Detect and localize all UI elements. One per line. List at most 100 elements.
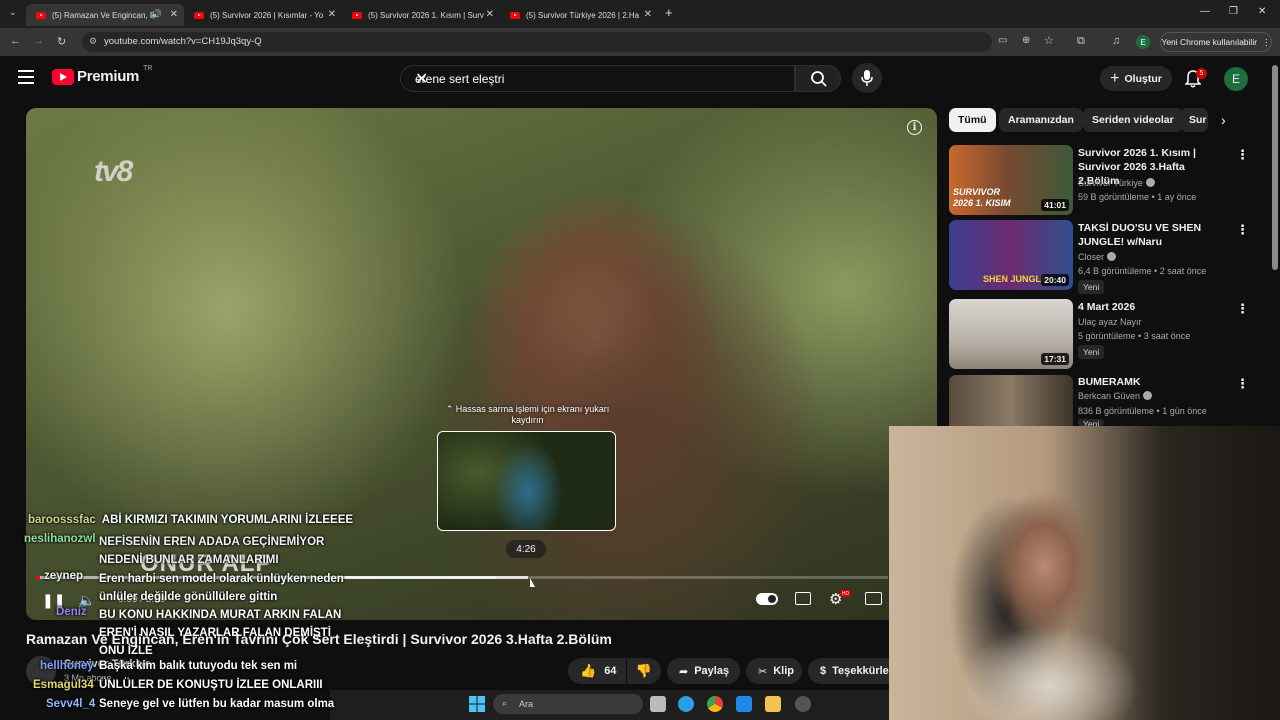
- mouse-cursor-icon: [530, 578, 535, 587]
- related-video-channel: Ulaç ayaz Nayır: [1078, 317, 1142, 327]
- youtube-favicon-icon: [510, 11, 520, 19]
- microphone-icon: [861, 70, 873, 86]
- speaker-icon[interactable]: 🔊: [151, 9, 162, 20]
- more-actions-icon[interactable]: ⋮: [1236, 222, 1249, 238]
- account-avatar[interactable]: E: [1224, 67, 1248, 91]
- chevron-right-icon[interactable]: ›: [1221, 112, 1226, 128]
- close-tab-icon[interactable]: ✕: [328, 9, 336, 20]
- windows-start-icon[interactable]: [469, 696, 485, 712]
- browser-profile-avatar[interactable]: E: [1136, 35, 1150, 49]
- tab-title: (5) Survivor Türkiye 2026 | 2.Ha: [526, 10, 640, 20]
- browser-tab-2[interactable]: (5) Survivor 2026 | Kısımlar - Yo ✕: [184, 4, 342, 26]
- app-icon[interactable]: [795, 696, 811, 712]
- create-button[interactable]: + Oluştur: [1100, 66, 1172, 91]
- taskbar-search-input[interactable]: ⌕ Ara: [493, 694, 643, 714]
- youtube-favicon-icon: [36, 11, 46, 19]
- streamer-webcam: [889, 426, 1280, 720]
- subtitles-icon[interactable]: [795, 592, 811, 605]
- forward-icon[interactable]: →: [33, 35, 44, 47]
- chip-all[interactable]: Tümü: [949, 108, 996, 132]
- video-duration: 17:31: [1041, 353, 1069, 365]
- thanks-icon: $: [820, 665, 827, 677]
- close-tab-icon[interactable]: ✕: [644, 9, 652, 20]
- youtube-premium-logo[interactable]: Premium TR: [52, 65, 152, 85]
- more-actions-icon[interactable]: ⋮: [1236, 301, 1249, 317]
- clear-search-icon[interactable]: ✕: [415, 69, 786, 89]
- tab-search-icon[interactable]: ⌄: [9, 7, 17, 18]
- thumbs-up-icon: 👍: [580, 663, 597, 678]
- chat-text: Başka kim balık tutuyodu tek sen mi: [99, 660, 298, 672]
- browser-tab-3[interactable]: (5) Survivor 2026 1. Kısım | Surv ✕: [342, 4, 500, 26]
- related-video-channel: Berkcan Güven: [1078, 391, 1153, 401]
- cast-icon[interactable]: ▭: [998, 35, 1007, 46]
- thumbnail-text: SHEN JUNGLE: [983, 274, 1048, 284]
- chip-from-search[interactable]: Aramanızdan: [999, 108, 1083, 132]
- maximize-icon[interactable]: ❐: [1229, 6, 1238, 17]
- menu-icon[interactable]: [18, 70, 34, 84]
- related-video-thumbnail[interactable]: [949, 375, 1073, 427]
- minimize-icon[interactable]: —: [1200, 6, 1210, 17]
- url-text: youtube.com/watch?v=CH19Jq3qy-Q: [104, 36, 262, 47]
- search-button[interactable]: [795, 65, 841, 92]
- mail-icon[interactable]: [736, 696, 752, 712]
- address-bar[interactable]: ⚙ youtube.com/watch?v=CH19Jq3qy-Q ▭ ⊕ ☆: [82, 32, 1054, 52]
- new-tab-icon[interactable]: +: [665, 5, 673, 20]
- chat-username: baroosssfac: [28, 514, 96, 526]
- chat-message: neslihanozwl: [24, 533, 102, 545]
- clip-button[interactable]: ✂ Klip: [746, 658, 802, 684]
- logo-text: Premium: [77, 68, 140, 85]
- scissors-icon: ✂: [758, 665, 768, 678]
- chat-username: Deniz: [56, 606, 87, 618]
- channel-watermark: tv8: [94, 155, 133, 188]
- bookmark-star-icon[interactable]: ☆: [1044, 34, 1054, 47]
- autoplay-toggle[interactable]: [756, 593, 778, 605]
- related-video-meta: 836 B görüntüleme • 1 gün önce: [1078, 406, 1207, 416]
- chip-survivor[interactable]: Sur: [1180, 108, 1208, 132]
- like-button[interactable]: 👍 64: [568, 658, 626, 684]
- chat-text: ABİ KIRMIZI TAKIMIN YORUMLARINI İZLEEEE: [101, 514, 354, 526]
- voice-search-button[interactable]: [852, 63, 882, 93]
- close-tab-icon[interactable]: ✕: [486, 9, 494, 20]
- more-actions-icon[interactable]: ⋮: [1236, 376, 1249, 392]
- reload-icon[interactable]: ↻: [57, 35, 66, 48]
- browser-tab-1[interactable]: (5) Ramazan Ve Engincan, E 🔊 ✕: [26, 4, 184, 26]
- related-video-title[interactable]: TAKSİ DUO'SU VE SHEN JUNGLE! w/Naru: [1078, 221, 1228, 249]
- browser-tab-4[interactable]: (5) Survivor Türkiye 2026 | 2.Ha ✕: [500, 4, 658, 26]
- info-icon[interactable]: i: [907, 120, 922, 135]
- like-count: 64: [604, 665, 617, 677]
- page-scrollbar[interactable]: [1272, 65, 1278, 270]
- share-button[interactable]: ➦ Paylaş: [667, 658, 740, 684]
- more-actions-icon[interactable]: ⋮: [1236, 147, 1249, 163]
- theater-mode-icon[interactable]: [865, 592, 882, 605]
- dislike-button[interactable]: 👎: [627, 658, 661, 684]
- related-video-thumbnail[interactable]: SHEN JUNGLE 20:40: [949, 220, 1073, 290]
- seek-hint-text: ⌃ Hassas sarma işlemi için ekranı yukarı…: [445, 404, 610, 425]
- edge-icon[interactable]: [678, 696, 694, 712]
- related-video-thumbnail[interactable]: 17:31: [949, 299, 1073, 369]
- related-video-thumbnail[interactable]: SURVIVOR 2026 1. KISIM 41:01: [949, 145, 1073, 215]
- extensions-icon[interactable]: ⧉: [1077, 35, 1085, 48]
- chat-username: Sevv4l_4: [46, 698, 96, 710]
- create-label: Oluştur: [1124, 72, 1162, 85]
- thanks-button[interactable]: $ Teşekkürle: [808, 658, 890, 684]
- site-info-icon[interactable]: ⚙: [89, 36, 97, 47]
- verified-icon: [1145, 178, 1155, 187]
- close-window-icon[interactable]: ✕: [1258, 6, 1266, 17]
- related-video-title[interactable]: BUMERAMK: [1078, 375, 1228, 389]
- chrome-update-label: Yeni Chrome kullanılabilir: [1161, 37, 1258, 47]
- verified-icon: [1107, 252, 1117, 261]
- back-icon[interactable]: ←: [10, 35, 21, 47]
- chrome-update-button[interactable]: Yeni Chrome kullanılabilir ⋮: [1160, 32, 1272, 52]
- chrome-icon[interactable]: [707, 696, 723, 712]
- related-video-meta: 59 B görüntüleme • 1 ay önce: [1078, 192, 1197, 202]
- chip-series-videos[interactable]: Seriden videolar: [1083, 108, 1183, 132]
- chat-message: baroosssfac ABİ KIRMIZI TAKIMIN YORUMLARI…: [28, 514, 353, 526]
- search-input[interactable]: erene sert eleştri ✕: [400, 65, 795, 92]
- zoom-icon[interactable]: ⊕: [1022, 35, 1030, 46]
- related-video-title[interactable]: 4 Mart 2026: [1078, 300, 1228, 314]
- media-control-icon[interactable]: ♫: [1112, 35, 1120, 47]
- close-tab-icon[interactable]: ✕: [170, 9, 178, 20]
- chat-text: ÜNLÜLER DE KONUŞTU İZLEE ONLARIII: [99, 679, 323, 691]
- task-view-icon[interactable]: [650, 696, 666, 712]
- file-explorer-icon[interactable]: [765, 696, 781, 712]
